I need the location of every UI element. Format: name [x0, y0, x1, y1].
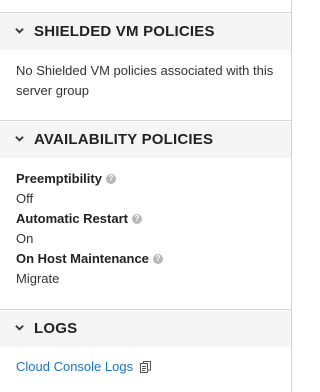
question-circle-icon[interactable]: ?: [105, 174, 116, 184]
divider: [0, 309, 292, 310]
property-value-automatic-restart: On: [16, 231, 34, 246]
section-header-shielded-vm-policies[interactable]: SHIELDED VM POLICIES: [0, 14, 291, 50]
question-circle-icon[interactable]: ?: [152, 254, 163, 264]
section-header-availability-policies[interactable]: AVAILABILITY POLICIES: [0, 122, 291, 158]
shielded-vm-empty-message: No Shielded VM policies associated with …: [16, 63, 274, 98]
property-label-text: On Host Maintenance: [16, 251, 149, 266]
property-label-text: Preemptibility: [16, 171, 102, 186]
section-title: SHIELDED VM POLICIES: [34, 23, 215, 40]
clipboard-icon[interactable]: [140, 360, 152, 373]
chevron-down-icon: [15, 325, 24, 331]
property-value-preemptibility: Off: [16, 191, 34, 206]
section-title: AVAILABILITY POLICIES: [34, 131, 214, 148]
divider: [0, 12, 292, 13]
property-value-on-host-maintenance: Migrate: [16, 271, 60, 286]
property-label-on-host-maintenance: On Host Maintenance ?: [16, 249, 163, 269]
chevron-down-icon: [15, 28, 24, 34]
question-circle-icon[interactable]: ?: [131, 214, 142, 224]
cloud-console-logs-link[interactable]: Cloud Console Logs: [16, 357, 133, 377]
divider: [0, 120, 292, 121]
property-label-automatic-restart: Automatic Restart ?: [16, 209, 142, 229]
property-label-text: Automatic Restart: [16, 211, 128, 226]
section-header-logs[interactable]: LOGS: [0, 311, 291, 347]
section-title: LOGS: [34, 320, 78, 337]
server-group-details-panel: SHIELDED VM POLICIES No Shielded VM poli…: [0, 0, 292, 392]
property-label-preemptibility: Preemptibility ?: [16, 169, 116, 189]
chevron-down-icon: [15, 136, 24, 142]
